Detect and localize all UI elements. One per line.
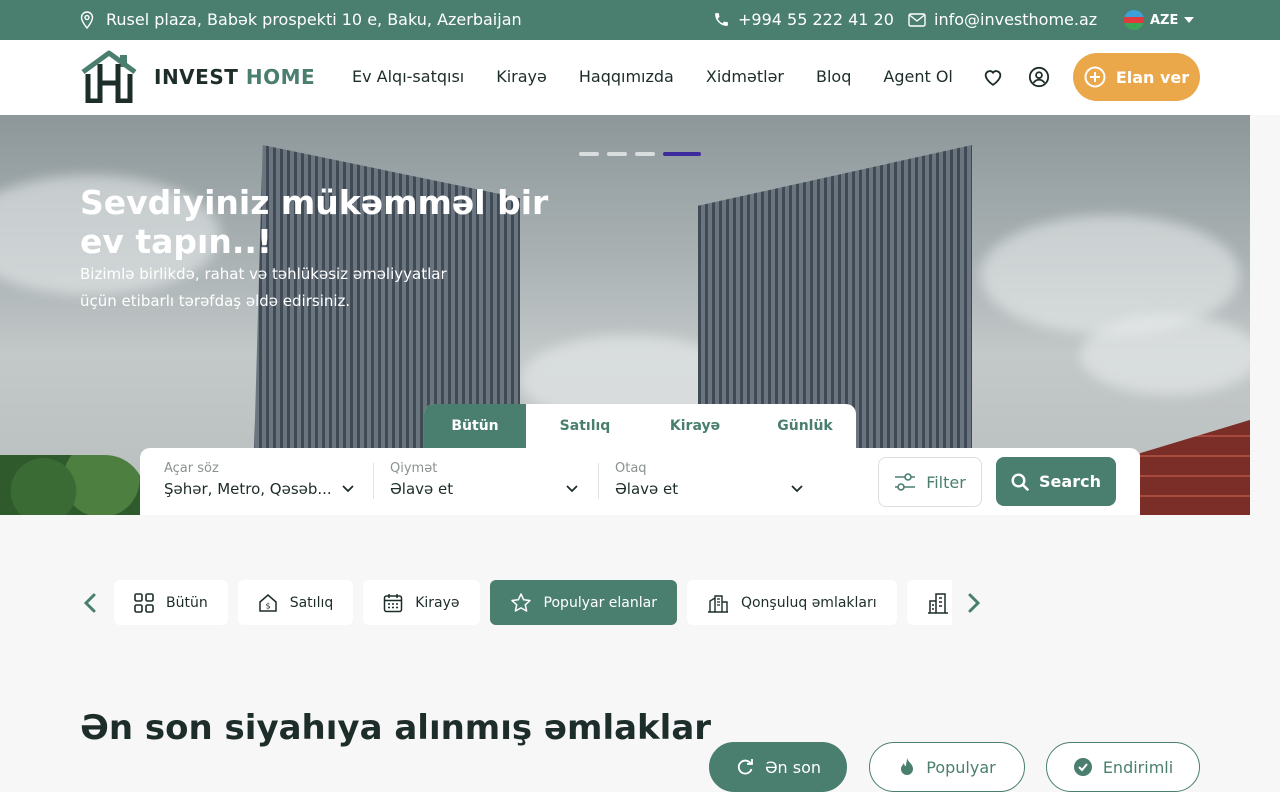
search-type-tabs: Bütün Satılıq Kirayə Günlük <box>424 404 856 448</box>
category-label: Populyar elanlar <box>543 594 657 611</box>
mail-icon <box>908 12 926 27</box>
nav-item-become-agent[interactable]: Agent Ol <box>883 67 952 86</box>
location-pin-icon <box>80 10 94 29</box>
rooms-label: Otaq <box>615 461 647 476</box>
divider <box>598 463 599 499</box>
search-label: Search <box>1039 472 1101 491</box>
rooms-field[interactable]: Otaq Əlavə et <box>615 461 803 498</box>
star-icon <box>510 592 531 612</box>
logo-wordmark: INVEST HOME <box>154 64 316 89</box>
tab-rent[interactable]: Kirayə <box>644 404 746 448</box>
address: Rusel plaza, Babək prospekti 10 e, Baku,… <box>80 10 522 29</box>
divider <box>373 463 374 499</box>
rooms-value: Əlavə et <box>615 480 679 498</box>
filter-latest-button[interactable]: Ən son <box>709 742 847 792</box>
slider-dot-active[interactable] <box>663 152 701 156</box>
slider-dot[interactable] <box>579 152 599 156</box>
grid-icon <box>134 592 154 613</box>
filter-label: Filter <box>926 472 966 492</box>
search-button[interactable]: Search <box>996 457 1116 506</box>
filter-popular-button[interactable]: Populyar <box>869 742 1025 792</box>
plus-circle-icon <box>1084 66 1106 88</box>
price-field[interactable]: Qiymət Əlavə et <box>390 461 578 498</box>
filter-latest-label: Ən son <box>764 757 822 777</box>
category-neighborhood[interactable]: Qonşuluq əmlakları <box>686 580 897 625</box>
check-circle-icon <box>1073 758 1092 776</box>
sliders-icon <box>895 473 916 491</box>
slider-dot[interactable] <box>635 152 655 156</box>
phone-icon <box>715 13 728 26</box>
tab-all[interactable]: Bütün <box>424 404 526 448</box>
section-title: Ən son siyahıya alınmış əmlaklar <box>80 708 712 748</box>
filter-discounted-button[interactable]: Endirimli <box>1046 742 1200 792</box>
nav-item-services[interactable]: Xidmətlər <box>706 67 784 86</box>
cloud <box>1080 315 1250 395</box>
office-building-icon <box>927 592 948 614</box>
keyword-label: Açar söz <box>164 461 219 476</box>
hero-title: Sevdiyiniz mükəmməl bir ev tapın..! <box>80 183 549 261</box>
user-icon[interactable] <box>1028 66 1050 88</box>
slider-dot[interactable] <box>607 152 627 156</box>
tab-sale[interactable]: Satılıq <box>534 404 636 448</box>
search-form: Açar söz Şəhər, Metro, Qəsəb... Qiymət Ə… <box>140 448 1140 515</box>
azerbaijan-flag-icon <box>1124 10 1144 30</box>
brick-building <box>1140 420 1250 515</box>
post-listing-label: Elan ver <box>1115 67 1190 87</box>
category-label: Kirayə <box>415 594 460 611</box>
house-logo-icon <box>81 50 137 103</box>
fire-icon <box>901 758 914 775</box>
category-rent[interactable]: Kirayə <box>363 580 480 625</box>
category-label: Satılıq <box>289 594 334 611</box>
chevron-right-icon[interactable] <box>962 592 984 614</box>
calendar-icon <box>383 593 403 612</box>
top-info-bar: Rusel plaza, Babək prospekti 10 e, Baku,… <box>0 0 1280 40</box>
keyword-value: Şəhər, Metro, Qəsəb... <box>164 480 332 498</box>
category-sale[interactable]: $ Satılıq <box>237 580 354 625</box>
keyword-field[interactable]: Açar söz Şəhər, Metro, Qəsəb... <box>164 461 354 498</box>
email-text: info@investhome.az <box>934 10 1098 29</box>
trees <box>0 455 145 515</box>
email-link[interactable]: info@investhome.az <box>908 10 1097 29</box>
category-label: Bütün <box>166 594 208 611</box>
language-selector[interactable]: AZE <box>1124 10 1195 30</box>
refresh-icon <box>737 759 753 775</box>
caret-down-icon <box>1184 17 1195 23</box>
svg-text:$: $ <box>265 601 270 610</box>
nav-item-blog[interactable]: Bloq <box>816 67 851 86</box>
chevron-down-icon <box>342 485 354 493</box>
house-dollar-icon: $ <box>258 593 277 612</box>
category-all[interactable]: Bütün <box>114 580 228 625</box>
nav-item-about[interactable]: Haqqımızda <box>579 67 674 86</box>
category-carousel: Bütün $ Satılıq Kirayə Populyar elanlar … <box>80 580 986 626</box>
nav-item-rent[interactable]: Kirayə <box>496 67 547 86</box>
slider-dots <box>579 152 701 156</box>
site-logo[interactable]: INVEST HOME <box>80 50 315 103</box>
category-track: Bütün $ Satılıq Kirayə Populyar elanlar … <box>114 580 952 626</box>
post-listing-button[interactable]: Elan ver <box>1073 53 1200 101</box>
main-header: INVEST HOME Ev Alqı-satqısı Kirayə Haqqı… <box>0 40 1280 115</box>
category-popular[interactable]: Populyar elanlar <box>489 580 677 625</box>
price-label: Qiymət <box>390 461 438 476</box>
phone-text: +994 55 222 41 20 <box>738 10 894 29</box>
chevron-down-icon <box>566 485 578 493</box>
filter-popular-label: Populyar <box>926 757 996 777</box>
chevron-down-icon <box>791 485 803 493</box>
main-nav: Ev Alqı-satqısı Kirayə Haqqımızda Xidmət… <box>352 67 953 86</box>
phone-link[interactable]: +994 55 222 41 20 <box>713 10 894 29</box>
language-label: AZE <box>1150 12 1179 28</box>
category-next-partial[interactable] <box>906 580 952 625</box>
category-label: Qonşuluq əmlakları <box>740 594 877 611</box>
search-icon <box>1011 472 1029 491</box>
buildings-icon <box>707 594 728 613</box>
address-text: Rusel plaza, Babək prospekti 10 e, Baku,… <box>106 10 522 29</box>
tab-daily[interactable]: Günlük <box>754 404 856 448</box>
hero-subtitle: Bizimlə birlikdə, rahat və təhlükəsiz əm… <box>80 265 447 310</box>
nav-item-buy-sell[interactable]: Ev Alqı-satqısı <box>352 67 464 86</box>
filter-discounted-label: Endirimli <box>1102 757 1174 777</box>
chevron-left-icon[interactable] <box>80 592 102 614</box>
price-value: Əlavə et <box>390 480 454 498</box>
filter-button[interactable]: Filter <box>878 457 982 507</box>
heart-icon[interactable] <box>982 66 1004 88</box>
